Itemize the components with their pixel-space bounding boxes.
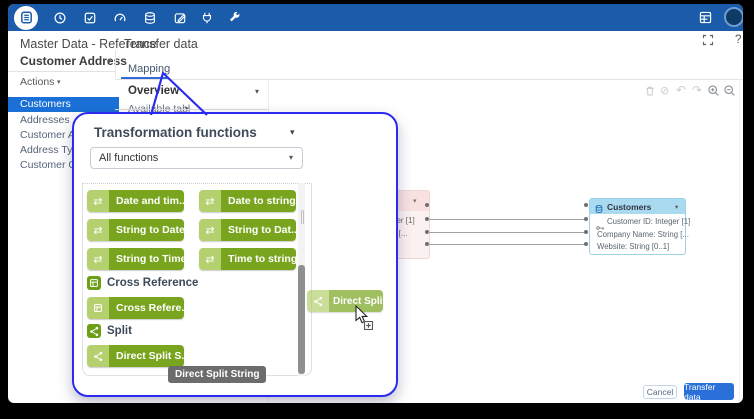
chevron-down-icon[interactable]: ▾ bbox=[107, 58, 111, 66]
popup-callout-tail bbox=[143, 65, 219, 117]
unlink-icon[interactable]: ⊘ bbox=[660, 84, 669, 97]
swap-icon bbox=[87, 219, 109, 241]
function-button-date-and-time[interactable]: Date and tim... bbox=[87, 190, 184, 212]
chevron-down-icon: ▾ bbox=[289, 154, 293, 162]
scrollbar-mark bbox=[301, 210, 302, 224]
edit-square-icon[interactable] bbox=[172, 10, 187, 25]
scrollbar-thumb[interactable] bbox=[298, 265, 305, 374]
chevron-down-icon[interactable]: ▾ bbox=[413, 197, 417, 205]
cross-reference-icon bbox=[87, 297, 109, 319]
popup-title: Transformation functions bbox=[94, 125, 257, 140]
function-button-cross-reference[interactable]: Cross Refere... bbox=[87, 297, 184, 319]
connection-port[interactable] bbox=[584, 242, 588, 246]
grid-table-icon[interactable] bbox=[698, 10, 713, 25]
plug-icon[interactable] bbox=[199, 10, 214, 25]
drag-cursor-icon bbox=[354, 305, 376, 338]
function-filter-select[interactable]: All functions ▾ bbox=[90, 147, 303, 169]
swap-icon bbox=[199, 248, 221, 270]
zoom-in-icon[interactable] bbox=[707, 84, 720, 102]
customers-table-row: Website: String [0..1] bbox=[597, 242, 669, 251]
mapping-connection-line bbox=[428, 219, 586, 220]
customers-table-header[interactable]: Customers ▾ bbox=[590, 199, 685, 214]
swap-icon bbox=[199, 190, 221, 212]
function-button-date-to-string[interactable]: Date to string bbox=[199, 190, 296, 212]
zoom-out-icon[interactable] bbox=[723, 84, 736, 102]
swap-icon bbox=[199, 219, 221, 241]
split-icon bbox=[87, 324, 101, 338]
function-button-string-to-date[interactable]: String to Date bbox=[87, 219, 184, 241]
function-button-string-to-datetime[interactable]: String to Dat... bbox=[199, 219, 296, 241]
chevron-down-icon[interactable]: ▾ bbox=[57, 78, 61, 86]
function-button-string-to-time[interactable]: String to Time bbox=[87, 248, 184, 270]
tooltip: Direct Split String bbox=[168, 366, 266, 383]
connection-port[interactable] bbox=[425, 203, 429, 207]
fullscreen-icon[interactable] bbox=[702, 33, 714, 51]
section-header-split: Split bbox=[107, 325, 132, 337]
customers-table[interactable]: Customers ▾ Customer ID: Integer [1] Com… bbox=[589, 198, 686, 255]
redo-icon[interactable]: ↷ bbox=[692, 83, 702, 97]
check-square-icon[interactable] bbox=[82, 10, 97, 25]
swap-icon bbox=[87, 248, 109, 270]
undo-icon[interactable]: ↶ bbox=[676, 83, 686, 97]
chevron-down-icon[interactable]: ▾ bbox=[290, 129, 295, 137]
scrollbar-mark bbox=[303, 210, 304, 224]
wrench-icon[interactable] bbox=[227, 10, 242, 25]
customers-table-title: Customers bbox=[607, 202, 651, 212]
function-button-direct-split-string[interactable]: Direct Split S... bbox=[87, 345, 184, 367]
help-icon[interactable]: ? bbox=[735, 34, 741, 46]
mapping-connection-line bbox=[428, 244, 586, 245]
app-window: Master Data - Reference Transfer data ? … bbox=[8, 4, 743, 403]
split-icon bbox=[307, 290, 329, 312]
gauge-icon[interactable] bbox=[112, 10, 127, 25]
clock-icon[interactable] bbox=[52, 10, 67, 25]
cross-reference-icon bbox=[87, 276, 101, 290]
database-logo-icon bbox=[19, 10, 34, 25]
customers-table-row: Company Name: String [... bbox=[597, 230, 689, 239]
connection-port[interactable] bbox=[584, 217, 588, 221]
chevron-down-icon[interactable]: ▾ bbox=[255, 88, 259, 96]
cancel-button[interactable]: Cancel bbox=[643, 385, 677, 399]
function-button-time-to-string[interactable]: Time to string bbox=[199, 248, 296, 270]
database-icon bbox=[594, 201, 604, 219]
customers-table-row: Customer ID: Integer [1] bbox=[607, 217, 690, 226]
connection-port[interactable] bbox=[584, 230, 588, 234]
section-header-cross-reference: Cross Reference bbox=[107, 277, 198, 289]
top-navigation-bar bbox=[8, 4, 743, 31]
split-icon bbox=[87, 345, 109, 367]
transformation-functions-popup: Transformation functions ▾ All functions… bbox=[72, 112, 398, 397]
connection-port[interactable] bbox=[584, 203, 588, 207]
user-avatar[interactable] bbox=[724, 7, 743, 27]
actions-menu[interactable]: Actions bbox=[20, 76, 54, 88]
page-title: Transfer data bbox=[124, 37, 198, 51]
transfer-data-button[interactable]: Transfer data bbox=[684, 383, 734, 400]
mapping-connection-line bbox=[428, 232, 586, 233]
chevron-down-icon[interactable]: ▾ bbox=[675, 203, 678, 211]
function-filter-value: All functions bbox=[99, 152, 158, 164]
active-app-logo[interactable] bbox=[14, 6, 38, 30]
database-icon[interactable] bbox=[142, 10, 157, 25]
trash-icon[interactable] bbox=[644, 84, 656, 102]
sidebar-item-customers[interactable]: Customers bbox=[8, 97, 119, 112]
swap-icon bbox=[87, 190, 109, 212]
